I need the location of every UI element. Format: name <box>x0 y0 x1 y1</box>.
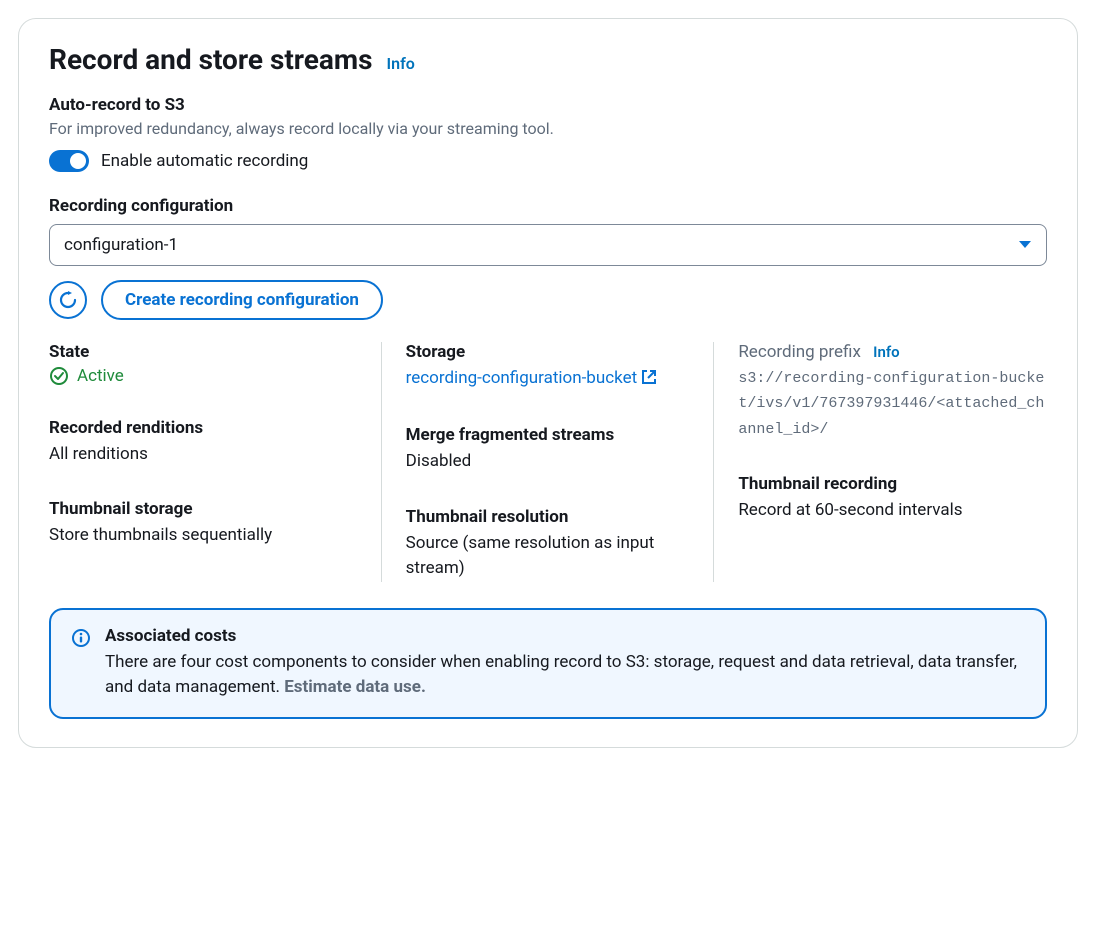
create-config-button[interactable]: Create recording configuration <box>101 280 383 320</box>
recording-config-label: Recording configuration <box>49 196 1047 216</box>
recording-config-selected: configuration-1 <box>64 235 178 255</box>
detail-col-2: Storage recording-configuration-bucket M… <box>382 342 715 582</box>
info-icon <box>71 628 91 701</box>
detail-col-1: State Active Recorded renditions All ren… <box>49 342 382 582</box>
refresh-icon <box>59 291 77 309</box>
config-details-grid: State Active Recorded renditions All ren… <box>49 342 1047 582</box>
auto-record-header: Auto-record to S3 <box>49 95 1047 115</box>
costs-alert-body: There are four cost components to consid… <box>105 652 1017 698</box>
prefix-label: Recording prefix <box>738 342 861 362</box>
thumb-recording-value: Record at 60-second intervals <box>738 498 1047 524</box>
detail-col-3: Recording prefix Info s3://recording-con… <box>714 342 1047 582</box>
thumb-resolution-block: Thumbnail resolution Source (same resolu… <box>406 507 690 582</box>
costs-alert: Associated costs There are four cost com… <box>49 608 1047 719</box>
info-link[interactable]: Info <box>387 54 415 73</box>
state-value: Active <box>77 366 124 386</box>
costs-alert-content: Associated costs There are four cost com… <box>105 626 1025 701</box>
recording-config-section: Recording configuration configuration-1 … <box>49 196 1047 320</box>
external-link-icon <box>641 368 657 394</box>
recording-config-select[interactable]: configuration-1 <box>49 224 1047 266</box>
panel-title: Record and store streams <box>49 43 373 77</box>
auto-record-toggle-row: Enable automatic recording <box>49 150 1047 172</box>
costs-alert-title: Associated costs <box>105 626 1025 646</box>
prefix-info-link[interactable]: Info <box>873 343 900 361</box>
state-value-row: Active <box>49 366 357 386</box>
thumb-recording-block: Thumbnail recording Record at 60-second … <box>738 474 1047 524</box>
thumb-resolution-value: Source (same resolution as input stream) <box>406 531 690 582</box>
panel-header: Record and store streams Info <box>49 43 1047 77</box>
merge-block: Merge fragmented streams Disabled <box>406 425 690 475</box>
storage-label: Storage <box>406 342 690 362</box>
renditions-label: Recorded renditions <box>49 418 357 438</box>
renditions-value: All renditions <box>49 442 357 468</box>
auto-record-description: For improved redundancy, always record l… <box>49 119 1047 138</box>
estimate-data-use-link[interactable]: Estimate data use. <box>284 677 426 697</box>
thumb-resolution-label: Thumbnail resolution <box>406 507 690 527</box>
thumb-storage-label: Thumbnail storage <box>49 499 357 519</box>
record-store-panel: Record and store streams Info Auto-recor… <box>18 18 1078 748</box>
thumb-recording-label: Thumbnail recording <box>738 474 1047 494</box>
merge-label: Merge fragmented streams <box>406 425 690 445</box>
storage-block: Storage recording-configuration-bucket <box>406 342 690 394</box>
state-label: State <box>49 342 357 362</box>
auto-record-toggle[interactable] <box>49 150 89 172</box>
auto-record-section: Auto-record to S3 For improved redundanc… <box>49 95 1047 172</box>
state-block: State Active <box>49 342 357 386</box>
renditions-block: Recorded renditions All renditions <box>49 418 357 468</box>
prefix-block: Recording prefix Info s3://recording-con… <box>738 342 1047 443</box>
storage-link[interactable]: recording-configuration-bucket <box>406 368 657 388</box>
thumb-storage-block: Thumbnail storage Store thumbnails seque… <box>49 499 357 549</box>
config-action-row: Create recording configuration <box>49 280 1047 320</box>
chevron-down-icon <box>1018 240 1032 250</box>
costs-alert-text: There are four cost components to consid… <box>105 650 1025 701</box>
auto-record-toggle-label: Enable automatic recording <box>101 151 308 171</box>
prefix-value: s3://recording-configuration-bucket/ivs/… <box>738 366 1047 443</box>
prefix-label-row: Recording prefix Info <box>738 342 1047 362</box>
refresh-button[interactable] <box>49 281 87 319</box>
thumb-storage-value: Store thumbnails sequentially <box>49 523 357 549</box>
check-circle-icon <box>49 366 69 386</box>
merge-value: Disabled <box>406 449 690 475</box>
